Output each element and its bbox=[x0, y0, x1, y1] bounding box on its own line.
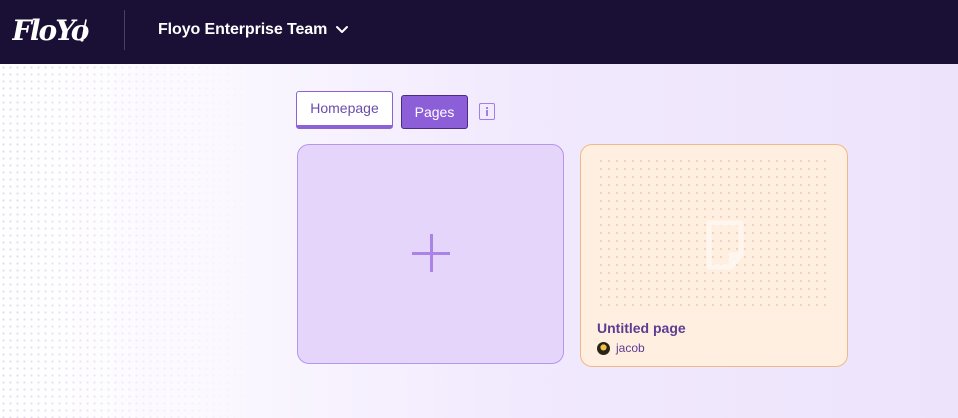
top-navigation-bar: FloYo Floyo Enterprise Team bbox=[0, 0, 958, 64]
owner-name: jacob bbox=[616, 341, 645, 355]
avatar bbox=[597, 341, 610, 355]
page-thumbnail bbox=[597, 157, 829, 307]
page-icon bbox=[706, 220, 744, 270]
team-switcher[interactable]: Floyo Enterprise Team bbox=[158, 20, 349, 40]
page-owner: jacob bbox=[597, 340, 645, 356]
chevron-down-icon bbox=[336, 26, 349, 33]
page-title: Untitled page bbox=[597, 320, 686, 336]
tab-pages[interactable]: Pages bbox=[401, 95, 468, 129]
plus-icon bbox=[412, 234, 450, 272]
info-icon[interactable] bbox=[479, 103, 495, 120]
svg-text:FloYo: FloYo bbox=[12, 14, 89, 47]
tab-homepage[interactable]: Homepage bbox=[296, 91, 393, 129]
new-page-card[interactable] bbox=[297, 144, 564, 364]
team-name: Floyo Enterprise Team bbox=[158, 21, 328, 38]
page-card[interactable]: Untitled page jacob bbox=[580, 144, 848, 367]
nav-divider bbox=[124, 10, 125, 50]
floyo-logo[interactable]: FloYo bbox=[12, 10, 98, 50]
dot-pattern-background bbox=[0, 64, 260, 418]
